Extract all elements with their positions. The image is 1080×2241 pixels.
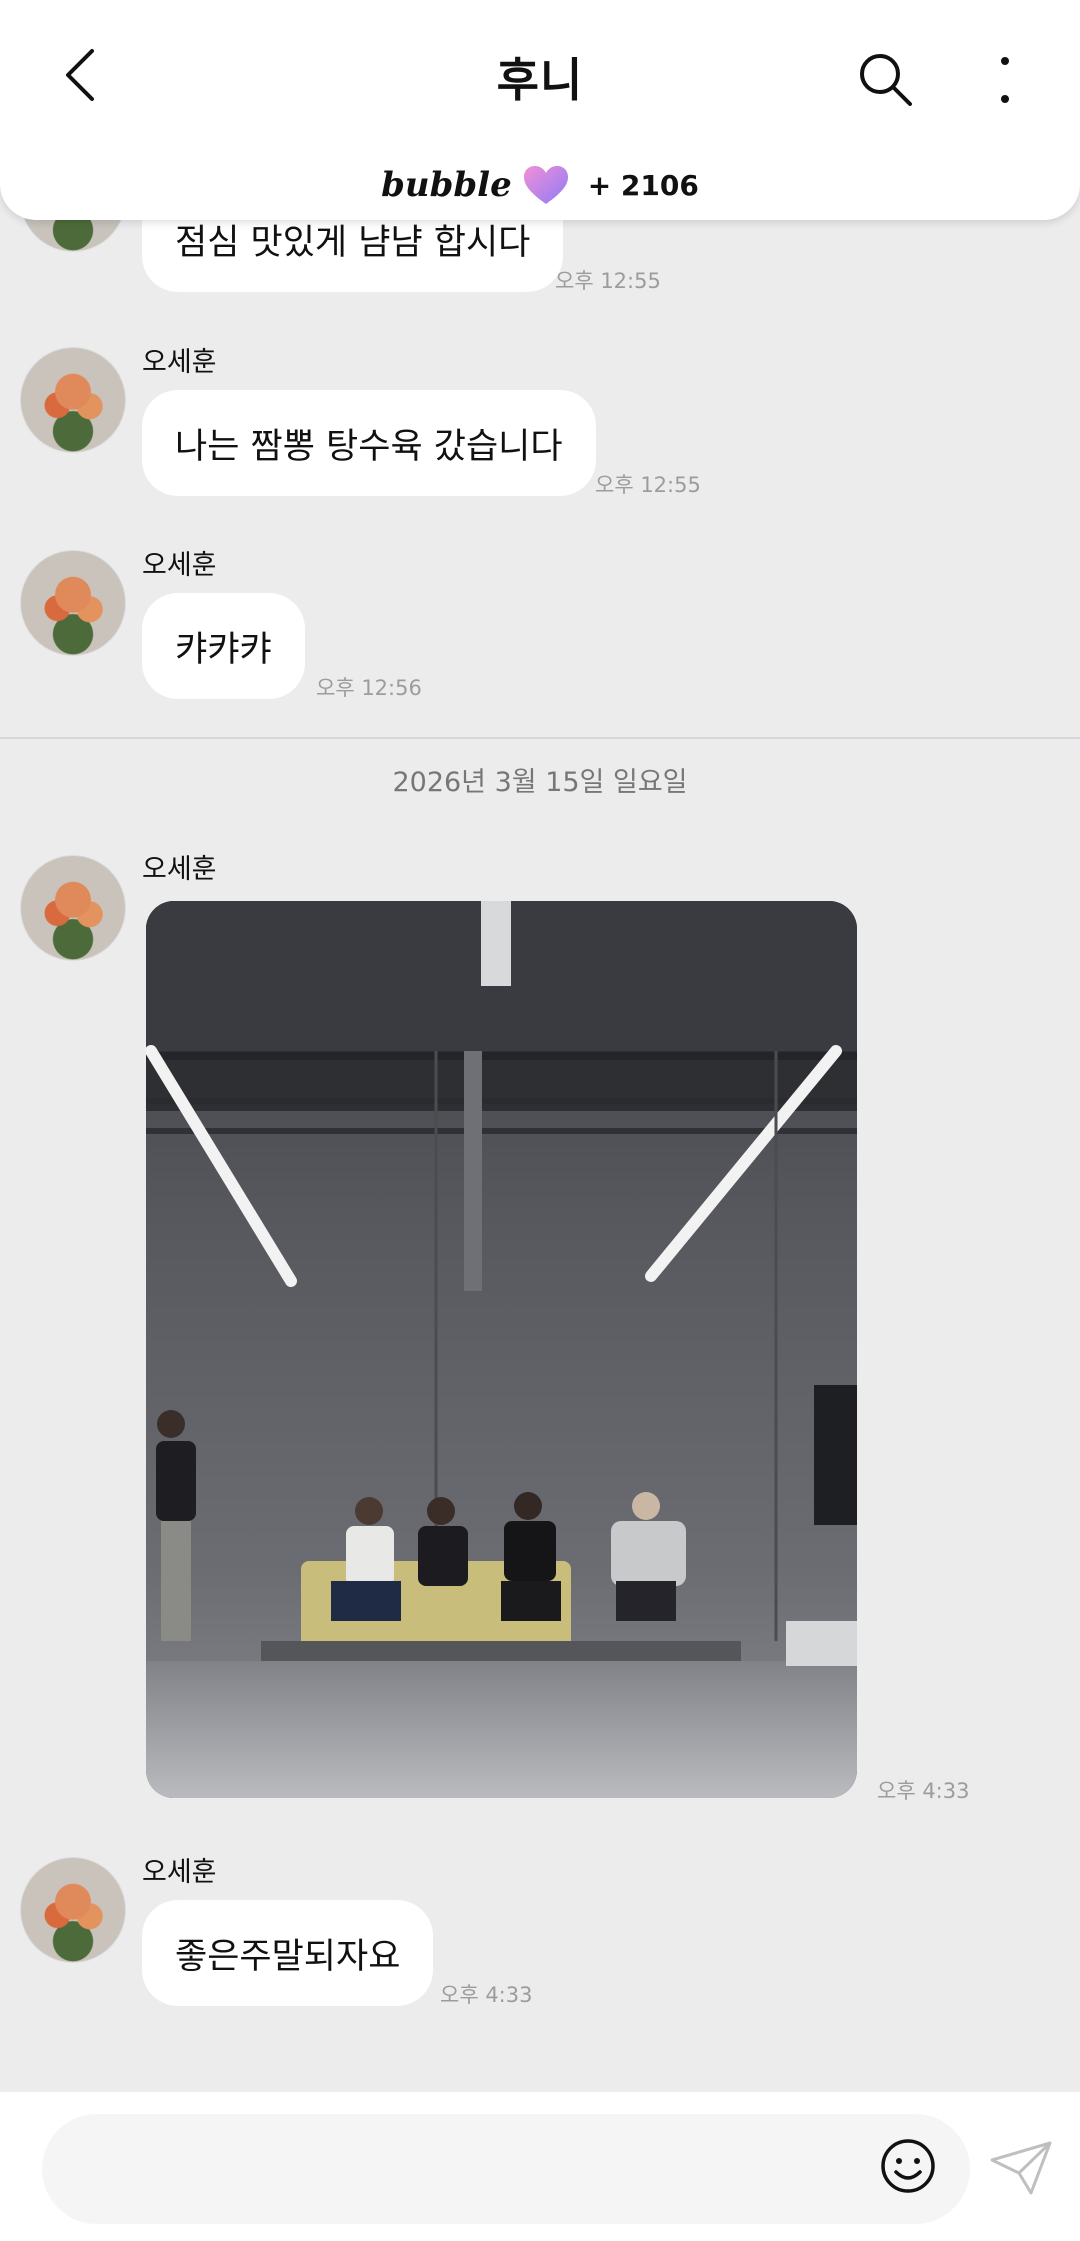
avatar[interactable] xyxy=(20,550,126,656)
more-options-button[interactable] xyxy=(978,40,1032,120)
sender-name: 오세훈 xyxy=(142,1857,217,1888)
send-button[interactable] xyxy=(986,2136,1056,2200)
message-input[interactable] xyxy=(42,2114,970,2224)
message-time: 오후 12:55 xyxy=(555,269,661,293)
emoji-smile-icon xyxy=(881,2139,935,2193)
sender-name: 오세훈 xyxy=(142,854,217,885)
search-button[interactable] xyxy=(846,40,926,120)
avatar[interactable] xyxy=(20,1857,126,1963)
message-time: 오후 12:55 xyxy=(595,473,701,497)
date-divider: 2026년 3월 15일 일요일 xyxy=(392,767,688,798)
message-time: 오후 12:56 xyxy=(316,676,422,700)
emoji-button[interactable] xyxy=(876,2134,940,2198)
bubble-logo: bubble xyxy=(381,165,512,205)
date-divider-line xyxy=(0,737,1080,739)
sender-name: 오세훈 xyxy=(142,347,217,378)
search-icon xyxy=(860,54,912,106)
heart-icon xyxy=(523,166,568,204)
photo-image xyxy=(146,901,857,1798)
message-time: 오후 4:33 xyxy=(877,1779,970,1803)
message-bubble[interactable]: 좋은주말되자요 xyxy=(142,1900,434,2006)
more-vertical-icon xyxy=(1001,57,1009,103)
avatar[interactable] xyxy=(20,855,126,961)
message-time: 오후 4:33 xyxy=(440,1983,533,2007)
message-bubble[interactable]: 나는 짬뽕 탕수육 갔습니다 xyxy=(142,390,596,496)
avatar[interactable] xyxy=(20,347,126,453)
bubble-count: + 2106 xyxy=(587,168,699,202)
chat-header: 후니 bubble + 2106 xyxy=(0,0,1080,220)
photo-message[interactable] xyxy=(146,901,857,1798)
bubble-subscription-bar[interactable]: bubble + 2106 xyxy=(0,158,1080,212)
sender-name: 오세훈 xyxy=(142,550,217,581)
message-bubble[interactable]: 캬캬캬 xyxy=(142,593,305,699)
paper-plane-icon xyxy=(990,2141,1052,2195)
